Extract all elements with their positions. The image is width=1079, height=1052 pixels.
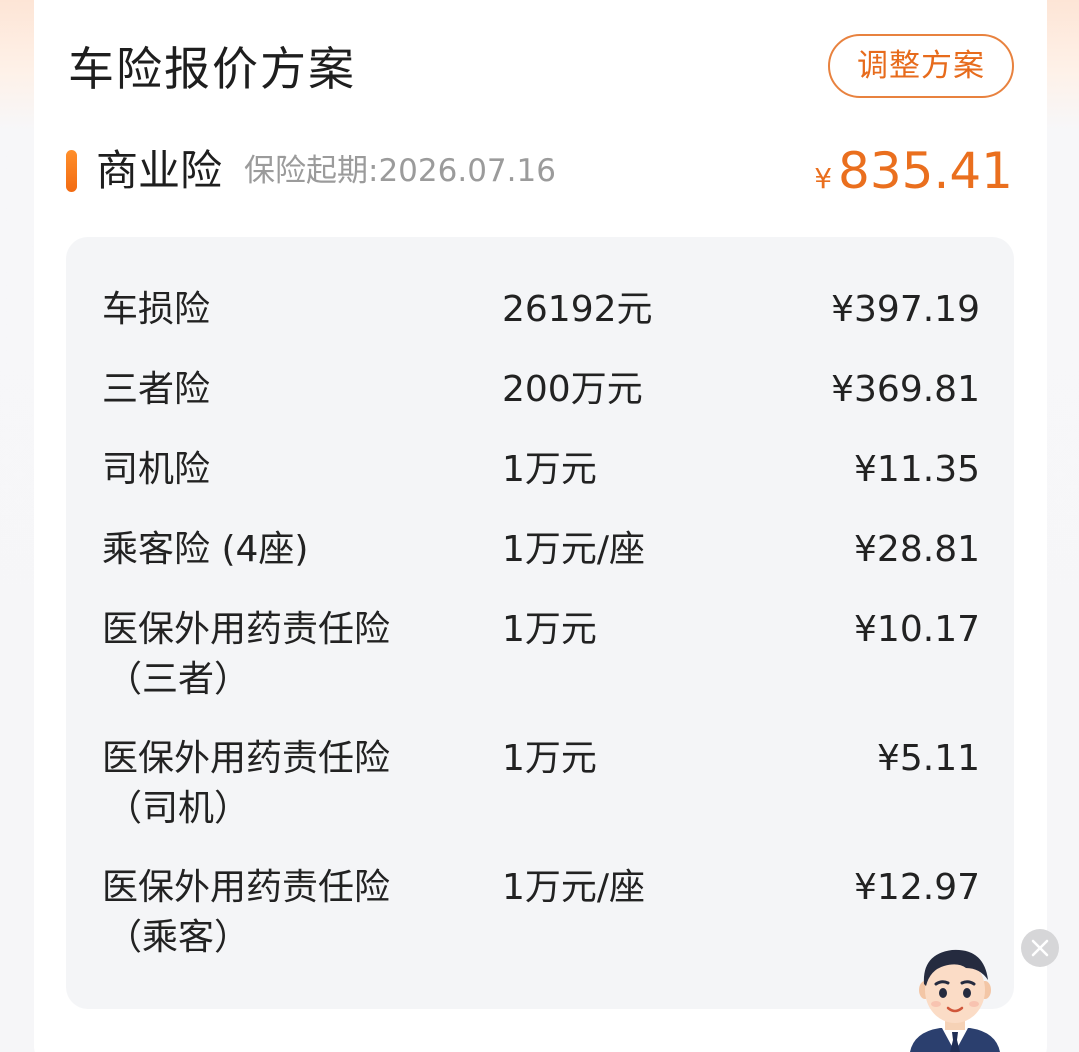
coverage-amount: 200万元 bbox=[502, 369, 643, 410]
insurance-start-date: 保险起期:2026.07.16 bbox=[244, 153, 556, 189]
section-title: 商业险 bbox=[96, 146, 223, 195]
coverage-name-text: 医保外用药责任险 bbox=[102, 867, 391, 908]
coverage-name: 医保外用药责任险 （司机） bbox=[102, 734, 432, 834]
page-title: 车险报价方案 bbox=[68, 42, 356, 96]
coverage-amount: 1万元/座 bbox=[502, 529, 646, 570]
adjust-plan-button[interactable]: 调整方案 bbox=[828, 34, 1014, 98]
coverage-name: 三者险 bbox=[102, 365, 432, 415]
coverage-price: ¥5.11 bbox=[876, 738, 980, 779]
coverage-name-text: 司机险 bbox=[102, 449, 211, 490]
close-x-glyph bbox=[1031, 939, 1049, 957]
coverage-name: 医保外用药责任险 （乘客） bbox=[102, 863, 432, 963]
coverage-price: ¥12.97 bbox=[854, 867, 980, 908]
coverage-name-subtext: （司机） bbox=[106, 788, 251, 829]
coverage-name-subtext: （乘客） bbox=[106, 917, 251, 958]
total-amount: 835.41 bbox=[838, 142, 1013, 200]
coverage-price: ¥28.81 bbox=[854, 529, 980, 570]
coverage-list: 车损险 26192元 ¥397.19 三者险 200万元 ¥369.81 司机险… bbox=[66, 237, 1014, 1009]
coverage-name: 乘客险 (4座) bbox=[102, 525, 432, 575]
coverage-name: 医保外用药责任险 （三者） bbox=[102, 605, 432, 705]
close-icon[interactable] bbox=[1021, 929, 1059, 967]
coverage-name: 司机险 bbox=[102, 445, 432, 495]
coverage-name-text: 医保外用药责任险 bbox=[102, 609, 391, 650]
coverage-price: ¥10.17 bbox=[854, 609, 980, 650]
coverage-price: ¥369.81 bbox=[831, 369, 980, 410]
coverage-name-subtext: （三者） bbox=[106, 659, 251, 700]
agent-avatar-icon[interactable] bbox=[900, 940, 1010, 1052]
coverage-amount: 1万元 bbox=[502, 449, 597, 490]
total-currency: ¥ bbox=[814, 162, 833, 195]
coverage-name-text: 医保外用药责任险 bbox=[102, 738, 391, 779]
coverage-name-text: 三者险 bbox=[102, 369, 211, 410]
coverage-amount: 1万元 bbox=[502, 609, 597, 650]
coverage-price: ¥11.35 bbox=[854, 449, 980, 490]
coverage-name-text: 乘客险 (4座) bbox=[102, 529, 309, 570]
total-premium: ¥835.41 bbox=[814, 138, 1013, 204]
coverage-amount: 26192元 bbox=[502, 289, 653, 330]
coverage-name-text: 车损险 bbox=[102, 289, 211, 330]
coverage-amount: 1万元/座 bbox=[502, 867, 646, 908]
coverage-amount: 1万元 bbox=[502, 738, 597, 779]
coverage-price: ¥397.19 bbox=[831, 289, 980, 330]
coverage-name: 车损险 bbox=[102, 285, 432, 335]
section-accent-bar bbox=[66, 150, 77, 192]
